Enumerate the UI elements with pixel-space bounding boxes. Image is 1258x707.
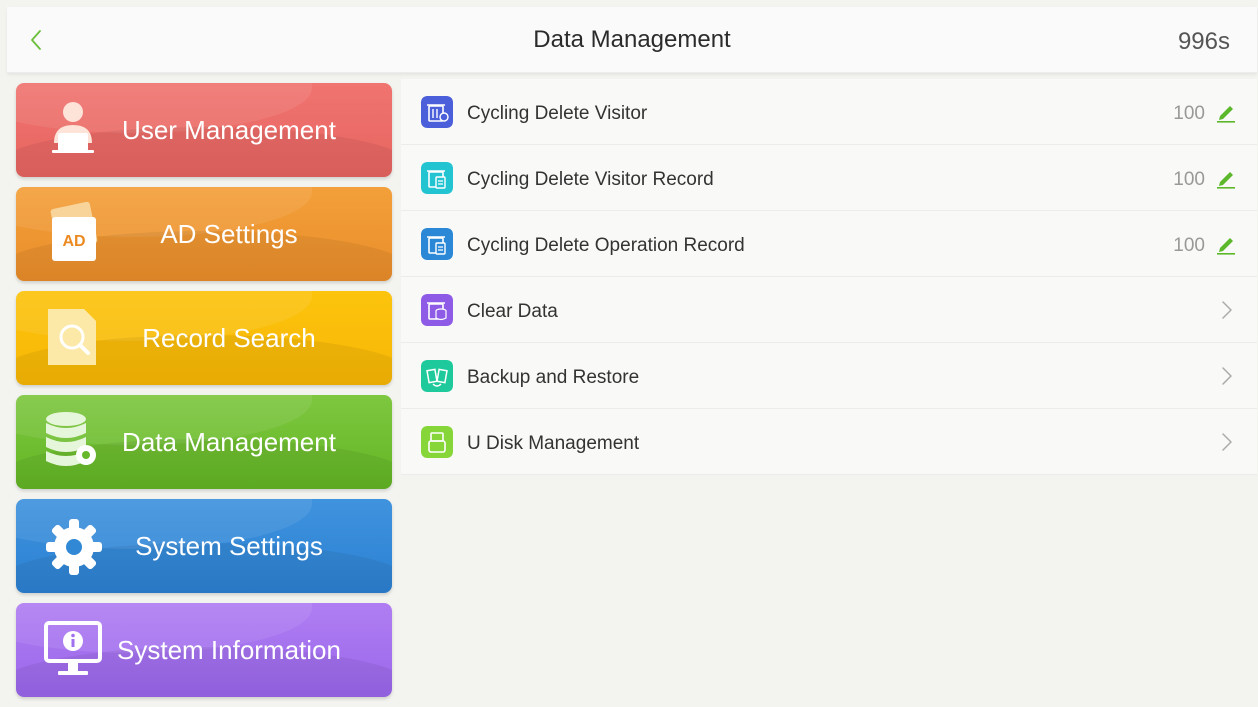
sidebar-item-record-search[interactable]: Record Search <box>16 291 392 385</box>
svg-text:AD: AD <box>62 233 85 250</box>
user-icon <box>52 102 94 153</box>
cycling-delete-visitor-icon <box>421 96 453 128</box>
sidebar-item-data-management[interactable]: Data Management <box>16 395 392 489</box>
list-item-cycling-delete-visitor-record[interactable]: Cycling Delete Visitor Record 100 <box>401 145 1257 211</box>
sidebar-item-label: AD Settings <box>160 219 298 249</box>
list-item-value: 100 <box>1173 169 1205 190</box>
ad-icon: AD <box>50 201 98 261</box>
usb-disk-icon <box>421 426 453 458</box>
cycling-delete-record-icon <box>421 162 453 194</box>
sidebar-item-ad-settings[interactable]: AD AD Settings <box>16 187 392 281</box>
sidebar-item-label: Data Management <box>122 427 336 457</box>
sidebar-item-system-information[interactable]: System Information <box>16 603 392 697</box>
back-button[interactable] <box>21 25 51 55</box>
chevron-left-icon <box>31 30 41 50</box>
list-item-label: Cycling Delete Visitor Record <box>467 169 714 190</box>
sidebar-item-user-management[interactable]: User Management <box>16 83 392 177</box>
countdown-timer: 996s <box>1177 28 1230 55</box>
list-item-label: U Disk Management <box>467 433 640 454</box>
edit-icon[interactable] <box>1215 101 1237 123</box>
edit-icon[interactable] <box>1215 233 1237 255</box>
list-item-label: Cycling Delete Operation Record <box>467 235 745 256</box>
list-item-backup-and-restore[interactable]: Backup and Restore <box>401 343 1257 409</box>
gear-icon <box>46 519 102 575</box>
backup-restore-icon <box>421 360 453 392</box>
chevron-right-icon <box>1222 301 1232 319</box>
settings-list: Cycling Delete Visitor 100 Cycling Delet… <box>401 79 1257 475</box>
sidebar-item-system-settings[interactable]: System Settings <box>16 499 392 593</box>
sidebar-item-label: User Management <box>122 115 336 145</box>
search-document-icon <box>48 309 96 365</box>
chevron-right-icon <box>1222 433 1232 451</box>
database-gear-icon <box>46 412 96 466</box>
cycling-delete-operation-icon <box>421 228 453 260</box>
sidebar-item-label: Record Search <box>142 323 316 353</box>
list-item-u-disk-management[interactable]: U Disk Management <box>401 409 1257 475</box>
monitor-info-icon <box>44 621 102 675</box>
list-item-label: Clear Data <box>467 301 558 322</box>
sidebar-item-label: System Information <box>117 635 341 665</box>
list-item-value: 100 <box>1173 103 1205 124</box>
sidebar: User Management AD AD Settings Record Se… <box>16 83 392 707</box>
list-item-label: Backup and Restore <box>467 367 640 388</box>
list-item-cycling-delete-visitor[interactable]: Cycling Delete Visitor 100 <box>401 79 1257 145</box>
clear-data-icon <box>421 294 453 326</box>
list-item-clear-data[interactable]: Clear Data <box>401 277 1257 343</box>
list-item-label: Cycling Delete Visitor <box>467 103 648 124</box>
list-item-value: 100 <box>1173 235 1205 256</box>
page-title: Data Management <box>533 26 731 53</box>
top-bar: Data Management 996s <box>7 7 1257 73</box>
chevron-right-icon <box>1222 367 1232 385</box>
screen: Data Management 996s User Management AD … <box>7 7 1257 704</box>
edit-icon[interactable] <box>1215 167 1237 189</box>
list-item-cycling-delete-operation-record[interactable]: Cycling Delete Operation Record 100 <box>401 211 1257 277</box>
sidebar-item-label: System Settings <box>135 531 323 561</box>
